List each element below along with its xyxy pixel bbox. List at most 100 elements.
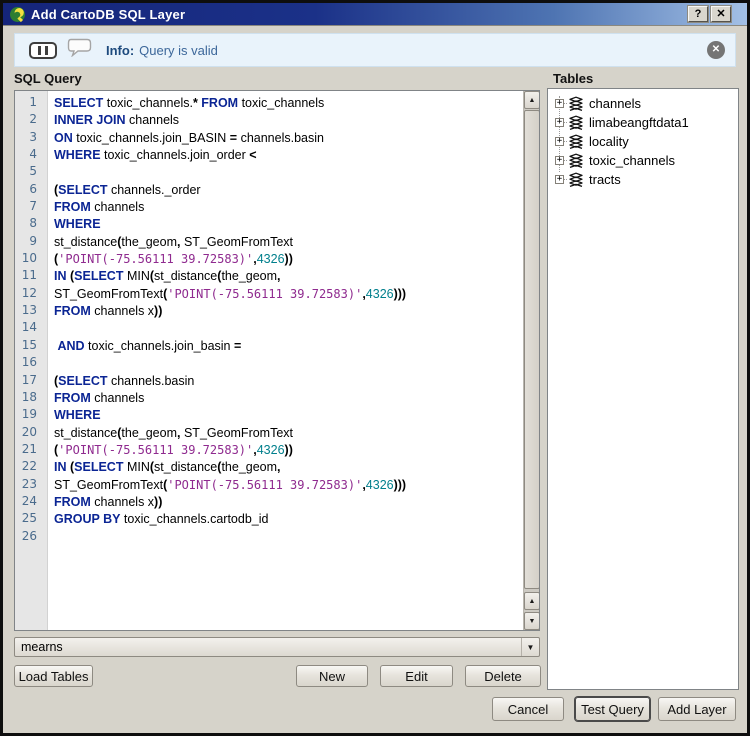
code-line[interactable]: FROM channels xyxy=(54,389,523,406)
dismiss-message-button[interactable]: ✕ xyxy=(707,41,725,59)
add-layer-button[interactable]: Add Layer xyxy=(658,697,736,721)
line-number: 6 xyxy=(29,181,37,196)
expand-plus-icon[interactable]: + xyxy=(555,175,564,184)
table-tree-item[interactable]: + locality xyxy=(551,132,736,151)
code-line[interactable]: WHERE xyxy=(54,215,523,232)
line-number: 14 xyxy=(21,320,37,335)
layer-stack-icon xyxy=(568,96,584,112)
line-number: 10 xyxy=(21,251,37,266)
connection-select[interactable]: mearns ▼ xyxy=(14,637,540,657)
load-tables-button[interactable]: Load Tables xyxy=(14,665,93,687)
line-number: 5 xyxy=(29,164,37,179)
combo-dropdown-icon[interactable]: ▼ xyxy=(521,638,539,656)
code-line[interactable]: st_distance(the_geom, ST_GeomFromText xyxy=(54,424,523,441)
tables-tree[interactable]: + channels + limabeangftdata1 + locality… xyxy=(547,88,739,690)
connection-value: mearns xyxy=(21,640,63,654)
help-button[interactable]: ? xyxy=(688,6,708,22)
window-title: Add CartoDB SQL Layer xyxy=(31,6,186,22)
test-query-button[interactable]: Test Query xyxy=(575,697,650,721)
add-cartodb-sql-layer-dialog: Add CartoDB SQL Layer ? ✕ Info: Query is … xyxy=(0,0,750,736)
scroll-up-button-bottom[interactable]: ▲ xyxy=(524,592,539,610)
code-line[interactable]: FROM channels xyxy=(54,198,523,215)
new-button[interactable]: New xyxy=(296,665,368,687)
speech-bubble-icon xyxy=(67,38,92,62)
line-number: 19 xyxy=(21,407,37,422)
layer-stack-icon xyxy=(568,115,584,131)
delete-button[interactable]: Delete xyxy=(465,665,541,687)
code-line[interactable]: WHERE toxic_channels.join_order < xyxy=(54,146,523,163)
table-tree-item[interactable]: + tracts xyxy=(551,170,736,189)
code-line[interactable] xyxy=(54,163,523,180)
line-number: 23 xyxy=(21,476,37,491)
sql-query-label: SQL Query xyxy=(14,71,82,86)
table-name: tracts xyxy=(589,172,621,187)
info-message-text: Query is valid xyxy=(139,42,218,58)
line-number: 21 xyxy=(21,441,37,456)
line-number: 8 xyxy=(29,216,37,231)
line-number: 26 xyxy=(21,528,37,543)
line-number: 15 xyxy=(21,337,37,352)
scroll-down-button[interactable]: ▼ xyxy=(524,612,539,630)
layer-stack-icon xyxy=(568,134,584,150)
code-line[interactable]: IN (SELECT MIN(st_distance(the_geom, xyxy=(54,458,523,475)
expand-plus-icon[interactable]: + xyxy=(555,137,564,146)
code-line[interactable]: ST_GeomFromText('POINT(-75.56111 39.7258… xyxy=(54,285,523,302)
table-tree-item[interactable]: + channels xyxy=(551,94,736,113)
line-number: 12 xyxy=(21,285,37,300)
line-number: 13 xyxy=(21,303,37,318)
editor-vertical-scrollbar[interactable]: ▲ ▲ ▼ xyxy=(523,91,539,630)
line-number: 11 xyxy=(21,268,37,283)
expand-plus-icon[interactable]: + xyxy=(555,156,564,165)
line-number: 2 xyxy=(29,112,37,127)
line-number: 17 xyxy=(21,372,37,387)
table-tree-item[interactable]: + toxic_channels xyxy=(551,151,736,170)
line-number: 3 xyxy=(29,129,37,144)
layer-stack-icon xyxy=(568,172,584,188)
tables-label: Tables xyxy=(553,71,594,86)
code-line[interactable]: ON toxic_channels.join_BASIN = channels.… xyxy=(54,129,523,146)
line-number: 16 xyxy=(21,355,37,370)
expand-plus-icon[interactable]: + xyxy=(555,99,564,108)
code-line[interactable]: AND toxic_channels.join_basin = xyxy=(54,337,523,354)
code-line[interactable]: WHERE xyxy=(54,406,523,423)
line-number: 24 xyxy=(21,493,37,508)
expand-plus-icon[interactable]: + xyxy=(555,118,564,127)
code-line[interactable] xyxy=(54,528,523,545)
code-line[interactable]: FROM channels x)) xyxy=(54,493,523,510)
sql-editor[interactable]: 1 2 3 4 5 6 7 8 9 10 11 12 13 14 15 16 17 18 19 20 21 22 23 24 2… xyxy=(14,90,540,631)
table-name: limabeangftdata1 xyxy=(589,115,689,130)
code-area[interactable]: SELECT toxic_channels.* FROM toxic_chann… xyxy=(48,91,523,630)
info-message: Info: Query is valid xyxy=(106,43,218,58)
code-line[interactable]: GROUP BY toxic_channels.cartodb_id xyxy=(54,510,523,527)
line-number: 7 xyxy=(29,199,37,214)
layer-stack-icon xyxy=(568,153,584,169)
line-number: 20 xyxy=(21,424,37,439)
code-line[interactable]: FROM channels x)) xyxy=(54,302,523,319)
table-name: locality xyxy=(589,134,629,149)
scroll-up-button[interactable]: ▲ xyxy=(524,91,539,109)
close-button[interactable]: ✕ xyxy=(711,6,731,22)
pause-icon xyxy=(29,41,57,59)
line-number: 1 xyxy=(29,95,37,109)
cancel-button[interactable]: Cancel xyxy=(492,697,564,721)
code-line[interactable]: SELECT toxic_channels.* FROM toxic_chann… xyxy=(54,94,523,111)
code-line[interactable]: (SELECT channels.basin xyxy=(54,372,523,389)
scrollbar-thumb[interactable] xyxy=(524,110,539,589)
line-number: 18 xyxy=(21,389,37,404)
code-line[interactable]: ('POINT(-75.56111 39.72583)',4326)) xyxy=(54,441,523,458)
code-line[interactable]: ('POINT(-75.56111 39.72583)',4326)) xyxy=(54,250,523,267)
code-line[interactable]: IN (SELECT MIN(st_distance(the_geom, xyxy=(54,267,523,284)
code-line[interactable]: (SELECT channels._order xyxy=(54,181,523,198)
table-tree-item[interactable]: + limabeangftdata1 xyxy=(551,113,736,132)
edit-button[interactable]: Edit xyxy=(380,665,453,687)
code-line[interactable]: st_distance(the_geom, ST_GeomFromText xyxy=(54,233,523,250)
table-name: toxic_channels xyxy=(589,153,675,168)
code-line[interactable] xyxy=(54,354,523,371)
table-name: channels xyxy=(589,96,642,111)
code-line[interactable]: INNER JOIN channels xyxy=(54,111,523,128)
code-line[interactable]: ST_GeomFromText('POINT(-75.56111 39.7258… xyxy=(54,476,523,493)
code-line[interactable] xyxy=(54,319,523,336)
titlebar[interactable]: Add CartoDB SQL Layer ? ✕ xyxy=(3,3,747,26)
line-number: 9 xyxy=(29,233,37,248)
message-bar: Info: Query is valid ✕ xyxy=(14,33,736,67)
